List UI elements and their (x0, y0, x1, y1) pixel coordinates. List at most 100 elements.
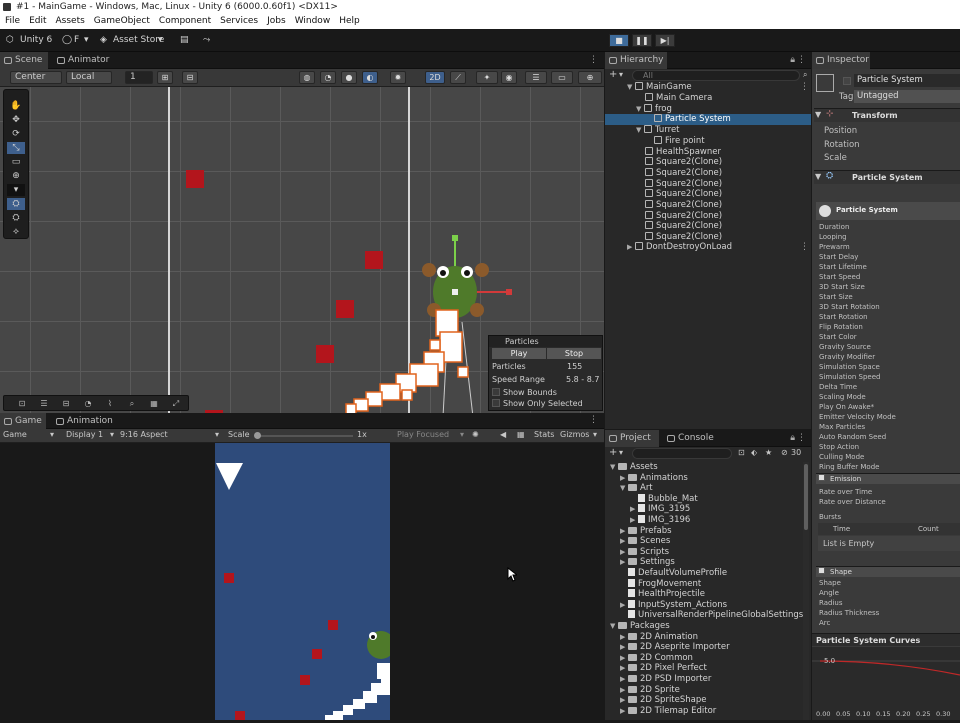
emission-module-header[interactable]: Emission (816, 473, 960, 484)
pivot-dropdown[interactable]: Center (10, 71, 62, 84)
game-mode-dropdown[interactable]: Game (3, 430, 27, 439)
expand-icon[interactable]: ⤢ (168, 398, 184, 409)
more-options-icon[interactable]: ⋮ (800, 82, 809, 92)
expand-arrow-icon[interactable]: ▶ (620, 685, 628, 696)
grid-snap-icon[interactable]: ⊞ (157, 71, 173, 84)
project-item[interactable]: ▶ 2D PSD Importer (620, 674, 711, 685)
more-options-icon[interactable]: ⋮ (797, 433, 806, 443)
space-dropdown[interactable]: Local (66, 71, 112, 84)
object-name-field[interactable]: Particle System (854, 74, 960, 87)
project-item[interactable]: ▶ 2D SpriteShape (620, 695, 706, 706)
menu-edit[interactable]: Edit (29, 14, 46, 29)
hierarchy-item-square[interactable]: Square2(Clone) (645, 200, 722, 211)
add-icon[interactable]: + (609, 447, 617, 458)
hierarchy-item-turret[interactable]: ▼ Turret (636, 125, 680, 136)
expand-arrow-icon[interactable]: ▶ (620, 536, 628, 547)
display-dropdown[interactable]: Display 1 (66, 430, 103, 439)
project-item[interactable]: ▶ 2D Animation (620, 632, 698, 643)
menu-component[interactable]: Component (159, 14, 211, 29)
project-item[interactable]: ▶ Prefabs (620, 526, 672, 537)
hierarchy-item-square[interactable]: Square2(Clone) (645, 168, 722, 179)
hierarchy-search-input[interactable]: All (632, 70, 800, 81)
keyboard-icon[interactable]: ▦ (517, 430, 525, 439)
project-item[interactable]: ▶ IMG_3196 (630, 515, 690, 526)
asset-store-button[interactable]: Asset Store (113, 34, 164, 47)
expand-arrow-icon[interactable]: ▶ (620, 547, 628, 558)
project-item[interactable]: ▼ Art (620, 483, 653, 494)
project-item[interactable]: ▶ Animations (620, 473, 688, 484)
expand-arrow-icon[interactable]: ▼ (815, 172, 821, 181)
project-item[interactable]: ▶ Settings (620, 557, 675, 568)
emission-checkbox[interactable] (818, 474, 825, 481)
expand-arrow-icon[interactable]: ▶ (627, 242, 635, 253)
project-item[interactable]: FrogMovement (620, 578, 701, 590)
particle-tool-icon[interactable]: ⛭ (7, 198, 25, 210)
project-scrollbar-thumb[interactable] (804, 464, 808, 530)
enemy-square[interactable] (365, 251, 383, 269)
lighting-icon[interactable]: ✹ (390, 71, 406, 84)
tab-animator[interactable]: Animator (53, 52, 113, 69)
bug-icon[interactable]: ✺ (472, 430, 479, 439)
project-item[interactable]: ▼ Assets (610, 462, 658, 473)
cloud-icon[interactable]: ◯ (62, 34, 72, 47)
add-icon[interactable]: + (609, 69, 617, 80)
grid-visibility-icon[interactable]: ⊟ (182, 71, 198, 84)
expand-arrow-icon[interactable]: ▶ (620, 473, 628, 484)
tab-project[interactable]: Project (605, 430, 659, 447)
2d-mode-toggle[interactable]: 2D (425, 71, 445, 84)
active-checkbox[interactable] (843, 77, 851, 85)
overlay-menu-icon[interactable]: ⊕ (578, 71, 602, 84)
search-icon[interactable]: ⌕ (124, 398, 140, 409)
menu-window[interactable]: Window (295, 14, 331, 29)
show-only-selected-checkbox[interactable]: Show Only Selected (492, 399, 583, 408)
project-item[interactable]: DefaultVolumeProfile (620, 568, 727, 579)
audio-icon[interactable]: ◀ (500, 430, 506, 439)
hierarchy-item-square[interactable]: Square2(Clone) (645, 221, 722, 232)
hierarchy-item-maingame[interactable]: ▼ MainGame (627, 82, 692, 93)
project-search-input[interactable] (632, 448, 732, 459)
expand-arrow-icon[interactable]: ▶ (620, 706, 628, 717)
tab-hierarchy[interactable]: Hierarchy (605, 52, 667, 69)
scale-slider[interactable] (254, 432, 353, 439)
transform-tool-icon[interactable]: ⊕ (7, 170, 25, 182)
hierarchy-item-fire-point[interactable]: Fire point (654, 136, 705, 147)
version-control-icon[interactable]: ⤳ (203, 34, 210, 47)
tool-settings-icon[interactable]: ⊟ (58, 398, 74, 409)
project-item[interactable]: ▶ IMG_3195 (630, 504, 690, 515)
hierarchy-item-dontdestroyonload[interactable]: ▶ DontDestroyOnLoad (627, 242, 732, 253)
show-bounds-checkbox[interactable]: Show Bounds (492, 388, 557, 397)
project-item[interactable]: ▶ 2D Tilemap Editor (620, 706, 716, 717)
project-item[interactable]: ▼ Packages (610, 621, 670, 632)
menu-file[interactable]: File (5, 14, 20, 29)
lock-icon[interactable]: 🔒︎ (790, 433, 795, 443)
expand-arrow-icon[interactable]: ▶ (620, 632, 628, 643)
project-item[interactable]: ▶ 2D Sprite (620, 685, 680, 696)
expand-arrow-icon[interactable]: ▶ (620, 642, 628, 653)
expand-arrow-icon[interactable]: ▶ (620, 600, 628, 611)
menu-assets[interactable]: Assets (56, 14, 85, 29)
shading-wire-icon[interactable]: ◔ (320, 71, 336, 84)
search-filter-icon[interactable]: ⌕ (803, 70, 807, 80)
particles-play-button[interactable]: Play (492, 348, 546, 359)
transform-header[interactable]: Transform (814, 108, 960, 122)
step-button[interactable]: ▶| (655, 34, 675, 47)
shape-module-header[interactable]: Shape (816, 566, 960, 577)
project-item[interactable]: HealthProjectile (620, 589, 705, 600)
more-options-icon[interactable]: ⋮ (589, 55, 598, 65)
expand-arrow-icon[interactable]: ▼ (620, 483, 628, 494)
visibility-icon[interactable]: ◉ (501, 71, 517, 84)
particle-tool-2-icon[interactable]: ⛭ (7, 212, 25, 224)
expand-arrow-icon[interactable]: ▶ (620, 663, 628, 674)
expand-arrow-icon[interactable]: ▼ (636, 125, 644, 136)
tab-game[interactable]: Game (0, 413, 46, 429)
hierarchy-item-square[interactable]: Square2(Clone) (645, 157, 722, 168)
play-button[interactable]: ■ (609, 34, 629, 47)
stats-button[interactable]: Stats (534, 430, 554, 439)
palette-icon[interactable]: ☰ (36, 398, 52, 409)
hand-tool-icon[interactable]: ✋ (7, 100, 25, 112)
custom-tool-icon[interactable]: ▾ (7, 184, 25, 196)
game-view-canvas[interactable] (215, 443, 390, 720)
hierarchy-item-particle-system[interactable]: Particle System (605, 114, 811, 125)
expand-arrow-icon[interactable]: ▶ (620, 557, 628, 568)
shading-lit-icon[interactable]: ◐ (362, 71, 378, 84)
